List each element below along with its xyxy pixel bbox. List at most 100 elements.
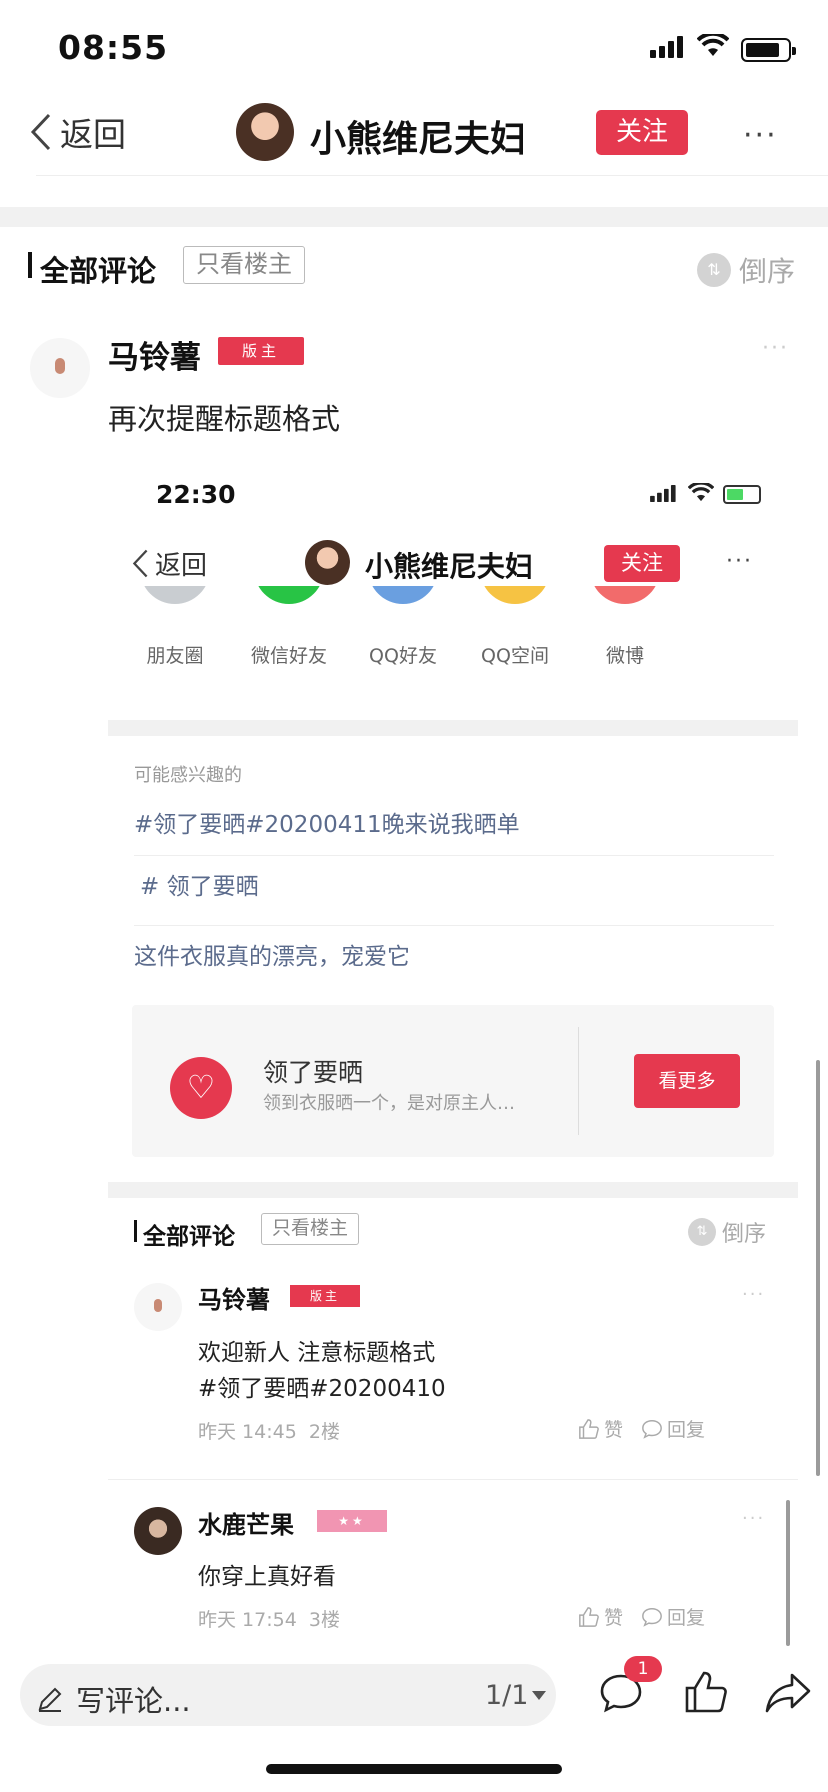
embedded-commenter-avatar [134,1507,182,1555]
divider [108,1479,798,1480]
moments-icon [140,586,210,604]
embedded-title: 小熊维尼夫妇 [365,550,534,583]
see-more-button: 看更多 [634,1054,740,1108]
all-comments-title: 全部评论 [40,254,157,288]
share-label-weibo: 微博 [605,645,644,667]
embedded-follow-button: 关注 [604,545,680,582]
topic-card-subtitle: 领到衣服晒一个，是对原主人… [263,1093,515,1114]
embedded-battery-icon [723,485,761,504]
thumbs-up-icon [579,1606,599,1627]
comment-actions: 赞 回复 [578,1415,705,1442]
embedded-comment-text: 欢迎新人 注意标题格式 [198,1340,436,1366]
share-icon[interactable] [764,1672,812,1714]
follow-button[interactable]: 关注 [596,110,688,155]
share-icons-row [108,586,798,612]
home-indicator [266,1764,562,1774]
embedded-commenter-avatar [134,1283,182,1331]
embedded-status-time: 22:30 [156,480,236,509]
comment-text: 再次提醒标题格式 [108,402,341,436]
divider [36,175,828,176]
back-label: 返回 [60,115,126,154]
thumbs-up-icon [579,1418,599,1439]
comment-floor: 3楼 [308,1609,340,1631]
embedded-scrollbar [786,1500,790,1646]
embedded-commenter-name: 水鹿芒果 [198,1511,294,1539]
embedded-comment-text: 你穿上真好看 [198,1564,336,1590]
moderator-badge: 版主 [290,1285,360,1307]
embedded-owner-only-button: 只看楼主 [261,1213,360,1245]
more-options-icon[interactable]: ··· [743,118,778,153]
wifi-icon [697,34,729,56]
like-action: 赞 [578,1603,623,1630]
comment-more-icon[interactable]: ··· [762,336,789,361]
page-scrollbar[interactable] [816,1060,820,1476]
sort-icon: ⇅ [688,1218,716,1246]
battery-icon [741,38,796,62]
topic-card-title: 领了要晒 [263,1058,364,1087]
share-label-qq: QQ好友 [369,645,437,667]
embedded-signal-icon [650,485,676,502]
comment-more-icon: ··· [742,1284,766,1305]
speech-bubble-icon [642,1419,662,1439]
weibo-icon [590,586,660,604]
page-selector[interactable]: 1/1 [485,1680,547,1711]
embedded-author-avatar [305,540,350,585]
chevron-left-icon [30,113,51,151]
embedded-back-label: 返回 [155,551,208,581]
reply-action: 回复 [641,1603,705,1630]
write-comment-field[interactable]: 写评论... [36,1678,191,1720]
comment-actions: 赞 回复 [578,1603,705,1630]
divider [578,1027,579,1135]
comment-count-badge: 1 [624,1656,662,1682]
embedded-chevron-left-icon [132,549,148,578]
comment-meta: 昨天 14:45 2楼 [198,1417,340,1444]
attached-screenshot-image[interactable]: 22:30 返回 小熊维尼夫妇 关注 ··· 朋友圈 微信好友 QQ好友 QQ空… [108,455,798,1645]
author-avatar[interactable] [236,103,294,161]
comment-time: 昨天 17:54 [198,1609,297,1631]
topic-link: 这件衣服真的漂亮，宠爱它 [134,944,410,970]
owner-only-button[interactable]: 只看楼主 [183,246,305,284]
comment-meta: 昨天 17:54 3楼 [198,1605,340,1632]
topic-link: # 领了要晒 [140,874,259,900]
like-action: 赞 [578,1415,623,1442]
embedded-back-button: 返回 [132,545,207,582]
heart-icon: ♡ [170,1057,232,1119]
interest-label: 可能感兴趣的 [134,765,242,786]
write-comment-placeholder: 写评论... [76,1684,191,1718]
embedded-separator [108,1182,798,1198]
sort-icon: ⇅ [697,253,731,287]
pencil-icon [38,1687,62,1712]
qzone-icon [480,586,550,604]
moderator-badge: 版主 [218,337,304,365]
topic-link: #领了要晒#20200411晚来说我晒单 [134,812,520,838]
section-separator [0,207,828,227]
embedded-more-icon: ··· [726,549,753,574]
embedded-wifi-icon [688,483,714,502]
caret-down-icon [532,1690,547,1700]
share-label-moments: 朋友圈 [146,645,204,667]
embedded-comments-title: 全部评论 [143,1224,235,1250]
level-stars-badge: ★★ [317,1510,387,1532]
page-title: 小熊维尼夫妇 [310,119,527,160]
status-time: 08:55 [58,28,169,67]
cellular-signal-icon [650,36,683,58]
page-indicator: 1/1 [485,1680,529,1711]
comment-more-icon: ··· [742,1508,766,1529]
embedded-sort-toggle: ⇅ 倒序 [688,1216,766,1248]
commenter-name[interactable]: 马铃薯 [108,332,201,377]
share-label-wechat: 微信好友 [250,645,327,667]
sort-label: 倒序 [739,255,796,288]
divider [134,925,774,926]
back-button[interactable]: 返回 [30,108,126,156]
embedded-commenter-name: 马铃薯 [198,1286,270,1314]
qq-icon [368,586,438,604]
divider [134,855,774,856]
embedded-comment-text: #领了要晒#20200410 [198,1376,446,1402]
speech-bubble-icon [642,1607,662,1627]
thumbs-up-icon[interactable] [684,1668,730,1714]
comment-time: 昨天 14:45 [198,1421,297,1443]
share-label-qzone: QQ空间 [481,645,549,667]
wechat-icon [254,586,324,604]
sort-toggle[interactable]: ⇅ 倒序 [697,250,795,290]
commenter-avatar[interactable] [30,338,90,398]
